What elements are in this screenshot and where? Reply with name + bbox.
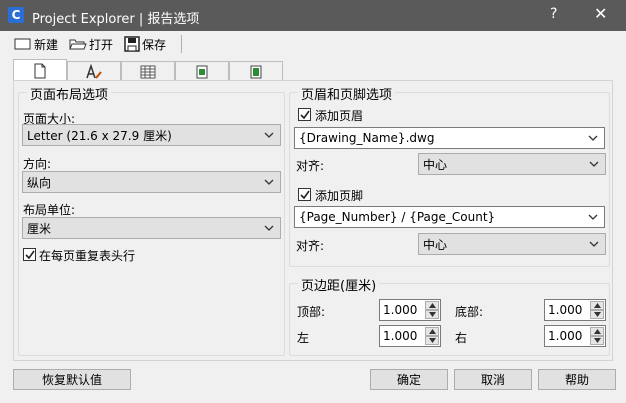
tab-page-layout[interactable] [13,59,67,81]
sheet-green-icon [196,65,208,78]
orientation-select[interactable]: 纵向 [22,171,281,193]
footer-text-value: {Page_Number} / {Page_Count} [299,210,496,224]
add-footer-checkbox[interactable] [298,188,311,201]
arrow-up-icon [428,329,436,334]
tab-sheet-b[interactable] [229,61,283,81]
ok-button[interactable]: 确定 [370,369,448,390]
page-size-select[interactable]: Letter (21.6 x 27.9 厘米) [22,124,281,146]
folder-open-icon [69,39,87,50]
arrow-up-icon [593,303,601,308]
page-icon [34,63,46,78]
repeat-header-label: 在每页重复表头行 [39,249,136,263]
arrow-up-icon [593,329,601,334]
chevron-down-icon [589,241,599,247]
header-align-label: 对齐: [296,159,325,173]
arrow-down-icon [593,312,601,317]
header-align-select[interactable]: 中心 [418,153,606,175]
arrow-down-icon [593,338,601,343]
margin-left-value: 1.000 [383,329,418,343]
margin-top-value: 1.000 [383,303,418,317]
new-button[interactable]: 新建 [14,35,58,53]
title-bar: C Project Explorer | 报告选项 ? ✕ [0,0,626,31]
header-text-value: {Drawing_Name}.dwg [299,131,435,145]
spin-up-button[interactable] [425,327,439,336]
page-layout-group-title: 页面布局选项 [27,84,112,103]
open-button-label: 打开 [89,37,114,52]
footer-text-combo[interactable]: {Page_Number} / {Page_Count} [294,206,605,228]
footer-align-value: 中心 [423,237,448,252]
spin-down-button[interactable] [590,310,604,319]
chevron-down-icon [588,135,598,141]
units-value: 厘米 [27,221,52,236]
margin-top-spinner[interactable]: 1.000 [379,299,441,321]
spin-down-button[interactable] [590,336,604,345]
spin-up-button[interactable] [590,301,604,310]
checkmark-icon [25,250,35,260]
arrow-down-icon [428,312,436,317]
checkmark-icon [300,190,310,200]
margin-right-label: 右 [455,331,468,345]
margins-group-title: 页边距(厘米) [298,275,380,294]
save-button-label: 保存 [142,37,167,52]
margin-bottom-label: 底部: [455,305,484,319]
footer-align-select[interactable]: 中心 [418,233,606,255]
units-label: 布局单位: [23,203,76,217]
add-footer-label: 添加页脚 [315,189,364,203]
cancel-button[interactable]: 取消 [454,369,532,390]
sheet-green-icon [250,65,262,78]
chevron-down-icon [588,214,598,220]
orientation-value: 纵向 [27,175,52,190]
open-button[interactable]: 打开 [69,35,113,53]
app-icon: C [8,7,24,23]
margin-right-spinner[interactable]: 1.000 [544,325,606,347]
restore-defaults-button[interactable]: 恢复默认值 [13,369,131,390]
close-button[interactable]: ✕ [594,4,607,23]
font-icon [86,63,102,79]
arrow-down-icon [428,338,436,343]
tab-table[interactable] [121,61,175,81]
arrow-up-icon [428,303,436,308]
chevron-down-icon [264,132,274,138]
margin-right-value: 1.000 [548,329,583,343]
margin-left-label: 左 [297,331,310,345]
margin-left-spinner[interactable]: 1.000 [379,325,441,347]
orientation-label: 方向: [23,157,52,171]
table-icon [140,65,156,78]
add-header-checkbox[interactable] [298,108,311,121]
help-button[interactable]: 帮助 [538,369,616,390]
footer-align-label: 对齐: [296,239,325,253]
header-text-combo[interactable]: {Drawing_Name}.dwg [294,127,605,149]
chevron-down-icon [264,225,274,231]
save-button[interactable]: 保存 [124,35,166,53]
tab-sheet-a[interactable] [175,61,229,81]
repeat-header-checkbox[interactable] [23,248,36,261]
new-file-icon [14,38,31,50]
margin-bottom-value: 1.000 [548,303,583,317]
help-title-button[interactable]: ? [550,6,557,22]
header-footer-group-title: 页眉和页脚选项 [298,84,396,103]
spin-down-button[interactable] [425,336,439,345]
chevron-down-icon [589,161,599,167]
units-select[interactable]: 厘米 [22,217,281,239]
margin-bottom-spinner[interactable]: 1.000 [544,299,606,321]
new-button-label: 新建 [34,37,59,52]
window-title: Project Explorer | 报告选项 [32,12,200,27]
add-header-label: 添加页眉 [315,109,364,123]
spin-down-button[interactable] [425,310,439,319]
save-icon [124,36,140,52]
tab-font[interactable] [67,61,121,81]
toolbar-separator [181,35,182,53]
spin-up-button[interactable] [590,327,604,336]
chevron-down-icon [264,179,274,185]
margin-top-label: 顶部: [297,305,326,319]
spin-up-button[interactable] [425,301,439,310]
page-size-value: Letter (21.6 x 27.9 厘米) [27,128,172,143]
checkmark-icon [300,110,310,120]
header-align-value: 中心 [423,157,448,172]
